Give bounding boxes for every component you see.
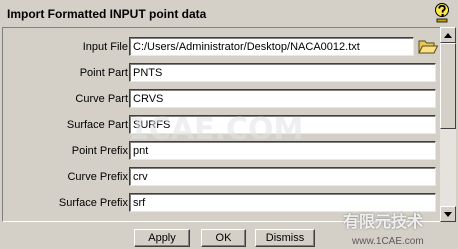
point-prefix-label: Point Prefix <box>71 145 128 157</box>
surface-part-row: Surface Part SURFS <box>3 115 440 137</box>
url-watermark: www.1CAE.com <box>352 236 424 247</box>
scroll-up-button[interactable] <box>440 27 456 43</box>
point-prefix-row: Point Prefix pnt <box>3 141 440 163</box>
title-bar: Import Formatted INPUT point data <box>0 0 458 27</box>
curve-prefix-row: Curve Prefix crv <box>3 167 440 189</box>
curve-part-field[interactable]: CRVS <box>129 89 436 108</box>
scroll-down-button[interactable] <box>440 206 456 222</box>
input-file-row: Input File C:/Users/Administrator/Deskto… <box>3 37 440 59</box>
curve-part-label: Curve Part <box>75 93 128 105</box>
form-panel: Input File C:/Users/Administrator/Deskto… <box>2 27 441 222</box>
surface-prefix-label: Surface Prefix <box>58 197 128 209</box>
surface-prefix-row: Surface Prefix srf <box>3 193 440 215</box>
point-prefix-field[interactable]: pnt <box>129 141 436 160</box>
surface-prefix-field[interactable]: srf <box>129 193 436 212</box>
point-part-row: Point Part PNTS <box>3 63 440 85</box>
curve-prefix-label: Curve Prefix <box>67 171 128 183</box>
input-file-label: Input File <box>82 41 128 53</box>
point-part-label: Point Part <box>79 67 128 79</box>
dialog-title: Import Formatted INPUT point data <box>7 7 207 21</box>
surface-part-field[interactable]: SURFS <box>129 115 436 134</box>
help-icon[interactable] <box>434 3 450 23</box>
open-folder-icon[interactable] <box>418 38 438 55</box>
curve-prefix-field[interactable]: crv <box>129 167 436 186</box>
vertical-scrollbar[interactable] <box>440 27 456 222</box>
ok-button[interactable]: OK <box>201 229 246 247</box>
input-file-field[interactable]: C:/Users/Administrator/Desktop/NACA0012.… <box>129 37 414 56</box>
curve-part-row: Curve Part CRVS <box>3 89 440 111</box>
apply-button[interactable]: Apply <box>134 229 190 247</box>
surface-part-label: Surface Part <box>66 119 128 131</box>
dismiss-button[interactable]: Dismiss <box>255 229 315 247</box>
point-part-field[interactable]: PNTS <box>129 63 436 82</box>
arrow-up-icon <box>444 32 452 38</box>
scroll-thumb[interactable] <box>440 43 456 129</box>
arrow-down-icon <box>444 211 452 217</box>
